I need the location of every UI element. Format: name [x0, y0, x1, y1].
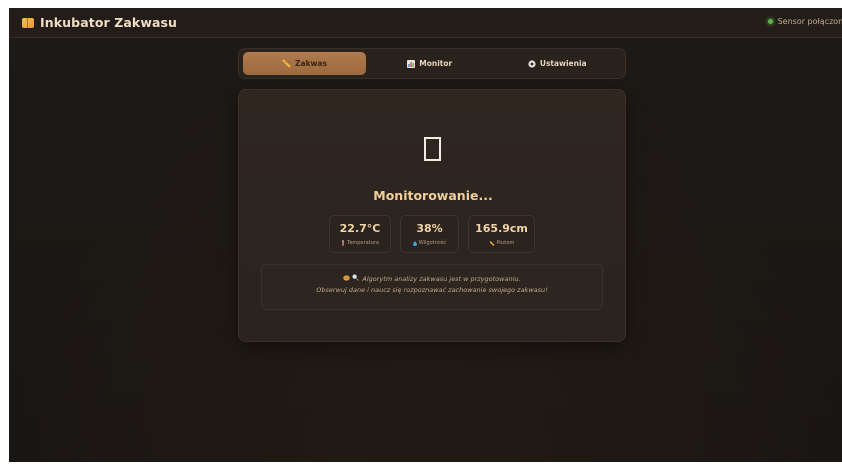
thermometer-icon [341, 240, 345, 246]
note-line-1: Algorytm analizy zakwasu jest w przygoto… [262, 274, 602, 285]
status-dot-icon [767, 19, 773, 24]
monitor-card: Monitorowanie... 22.7°C Temperatura 38% [238, 89, 626, 342]
gear-icon [528, 59, 536, 68]
top-bar: Inkubator Zakwasu Sensor połączony [9, 8, 842, 38]
stat-label: Wilgotność [418, 240, 447, 246]
tab-label: Monitor [419, 59, 453, 68]
ruler-icon [489, 240, 495, 246]
magnifier-icon [352, 274, 360, 285]
stat-value: 22.7°C [339, 222, 381, 235]
stat-label-row: Temperatura [341, 240, 379, 246]
note-text-2: Obserwuj dane i naucz się rozpoznawać za… [316, 286, 548, 294]
tab-ustawienia[interactable]: Ustawienia [494, 52, 622, 75]
card-heading: Monitorowanie... [373, 188, 493, 203]
bar-chart-icon [407, 59, 416, 68]
stat-label-row: Wilgotność [412, 240, 447, 246]
info-note: Algorytm analizy zakwasu jest w przygoto… [261, 264, 603, 310]
missing-glyph-icon [424, 137, 441, 161]
stat-level: 165.9cm Poziom [468, 215, 535, 253]
tab-zakwas[interactable]: Zakwas [243, 52, 366, 75]
stat-label-row: Poziom [489, 240, 515, 246]
stat-label: Temperatura [347, 240, 379, 246]
sensor-status-label: Sensor połączony [777, 17, 842, 26]
bread-icon [343, 274, 351, 285]
brand: Inkubator Zakwasu [22, 15, 177, 30]
app-title: Inkubator Zakwasu [40, 15, 178, 30]
stats-row: 22.7°C Temperatura 38% Wilgotność 165.9c… [329, 215, 535, 253]
notebook-icon [22, 17, 34, 28]
stat-humidity: 38% Wilgotność [400, 215, 459, 253]
tab-label: Ustawienia [539, 59, 587, 68]
note-icons [343, 274, 360, 285]
stat-temperature: 22.7°C Temperatura [329, 215, 391, 253]
tab-bar: Zakwas Monitor Ustawienia [238, 48, 626, 79]
app-viewport: Inkubator Zakwasu Sensor połączony Zakwa… [9, 8, 842, 462]
stat-label: Poziom [496, 240, 515, 246]
droplet-icon [412, 240, 417, 246]
stat-value: 38% [416, 222, 443, 235]
stat-value: 165.9cm [475, 222, 528, 235]
tab-monitor[interactable]: Monitor [366, 52, 494, 75]
tab-label: Zakwas [295, 59, 327, 68]
sensor-status: Sensor połączony [767, 17, 842, 26]
ruler-icon [282, 59, 291, 68]
note-text-1: Algorytm analizy zakwasu jest w przygoto… [362, 275, 521, 283]
